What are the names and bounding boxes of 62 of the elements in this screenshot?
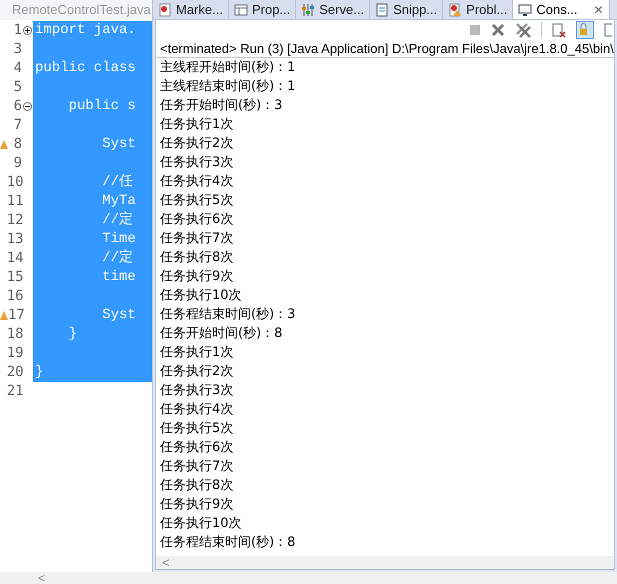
line-number: 1 (14, 21, 22, 40)
console-line: 任务执行3次 (160, 382, 234, 400)
console-line: 任务执行10次 (160, 287, 243, 305)
monitor-icon (518, 2, 532, 16)
view-tab[interactable]: Cons... ✕ (513, 0, 610, 19)
line-number: 21 (6, 382, 24, 401)
line-number: 19 (6, 344, 24, 363)
line-number: 11 (6, 192, 24, 211)
console-line: 任务执行1次 (160, 344, 234, 362)
table-icon (234, 2, 248, 16)
close-icon[interactable] (491, 23, 505, 37)
line-number: 4 (14, 59, 22, 78)
console-line: 任务开始时间(秒)：8 (160, 325, 284, 343)
warning-document-icon (448, 2, 462, 16)
double-close-icon[interactable] (515, 22, 531, 38)
line-number: 8 (14, 135, 22, 154)
console-line: 任务执行8次 (160, 249, 234, 267)
line-number: 18 (6, 325, 24, 344)
clear-document-icon[interactable] (552, 22, 566, 38)
console-line: 主线程结束时间(秒)：1 (160, 78, 296, 96)
console-line: 任务执行2次 (160, 135, 234, 153)
warning-icon (0, 140, 8, 149)
console-line: 任务执行10次 (160, 515, 243, 533)
line-number: 17 (8, 306, 25, 325)
close-button[interactable]: ✕ (594, 0, 604, 18)
console-line: 任务执行9次 (160, 268, 234, 286)
console-line: 任务执行6次 (160, 211, 234, 229)
console-line: 任务执行6次 (160, 439, 234, 457)
console-line: 任务程结束时间(秒)：8 (160, 534, 296, 552)
console-line: 任务执行1次 (160, 116, 234, 134)
console-line: 任务程结束时间(秒)：3 (160, 306, 296, 324)
line-number: 5 (14, 78, 22, 97)
console-line: 任务执行3次 (160, 154, 234, 172)
console-line: 任务执行5次 (160, 192, 234, 210)
line-number: 15 (6, 268, 24, 287)
sliders-icon (301, 2, 316, 16)
console-line: 主线程开始时间(秒)：1 (160, 59, 296, 77)
line-number: 14 (6, 249, 24, 268)
line-number: 9 (14, 154, 22, 173)
console-line: 任务执行7次 (160, 230, 234, 248)
console-line: 任务执行4次 (160, 173, 234, 191)
console-line: 任务执行8次 (160, 477, 234, 495)
console-header: <terminated> Run (3) [Java Application] D:\Program Files\Java\jre1.8.0_45\bin\ (156, 40, 614, 58)
expand-icon[interactable] (22, 26, 32, 35)
console-line: 任务执行7次 (160, 458, 234, 476)
line-number: 10 (6, 173, 24, 192)
console-line: 任务执行9次 (160, 496, 234, 514)
flag-icon (158, 2, 172, 16)
console-line: 任务执行5次 (160, 420, 234, 438)
line-number: 3 (14, 40, 22, 59)
line-number: 20 (6, 363, 24, 382)
console-line: 任务执行2次 (160, 363, 234, 381)
line-number: 13 (6, 230, 24, 249)
line-number: 6 (14, 97, 22, 116)
line-number: 16 (6, 287, 24, 306)
console-line: 任务开始时间(秒)：3 (160, 97, 284, 115)
console-line: 任务执行4次 (160, 401, 234, 419)
line-number: 7 (14, 116, 22, 135)
collapse-icon[interactable] (22, 102, 32, 111)
scroll-lock-icon[interactable] (576, 21, 594, 39)
warning-icon (0, 311, 8, 320)
line-number: 12 (6, 211, 24, 230)
